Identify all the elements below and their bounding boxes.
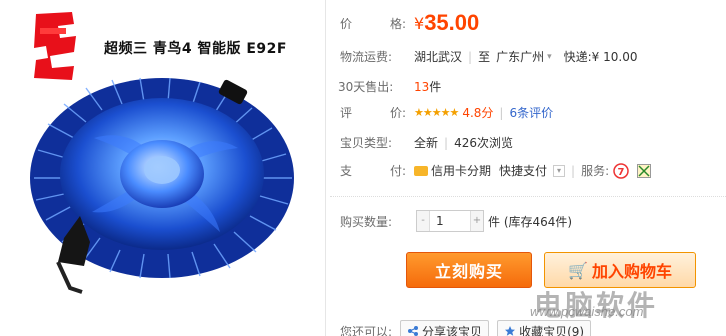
share-row: 您还可以: 分享该宝贝 收藏宝贝(9)	[340, 320, 592, 336]
share-button[interactable]: 分享该宝贝	[400, 320, 490, 336]
reviews-link[interactable]: 6条评价	[509, 104, 553, 121]
cpu-cooler-image	[30, 77, 294, 294]
share-label: 您还可以:	[340, 324, 393, 336]
svg-text:7: 7	[618, 167, 625, 178]
price-value: 35.00	[424, 10, 480, 35]
credit-installment[interactable]: 信用卡分期	[431, 162, 491, 179]
increment-button[interactable]: +	[471, 211, 483, 231]
product-photo-panel: 超频三 青鸟4 智能版 E92F	[0, 0, 326, 336]
view-count: 426次浏览	[454, 136, 513, 150]
rating-row: 评 价: ★★★★★ 4.8分 | 6条评价	[340, 104, 553, 121]
favorite-button[interactable]: 收藏宝贝(9)	[497, 320, 592, 336]
separator: |	[468, 49, 473, 64]
credit-card-icon	[414, 165, 428, 176]
item-type-label: 宝贝类型:	[340, 136, 393, 150]
separator: |	[499, 105, 504, 120]
buy-now-button[interactable]: 立刻购买	[406, 252, 532, 288]
service-label: 服务:	[581, 164, 610, 178]
shipping-label: 物流运费:	[340, 50, 393, 64]
price-label: 价 格:	[340, 16, 406, 31]
item-condition: 全新	[414, 136, 439, 150]
product-info-panel: 价 格: ¥ 35.00 物流运费: 湖北武汉 | 至 广东广州 ▾ 快递:¥ …	[330, 0, 726, 336]
stock-info: 件 (库存464件)	[488, 214, 573, 229]
watermark-brand: 电脑软件	[534, 289, 659, 322]
ship-from: 湖北武汉	[414, 50, 463, 64]
ship-to-select[interactable]: 广东广州	[496, 48, 544, 65]
star-icon	[505, 326, 516, 336]
sold-count: 13	[414, 79, 430, 94]
price-row: 价 格: ¥ 35.00	[340, 10, 479, 36]
add-to-cart-button[interactable]: 🛒 加入购物车	[544, 252, 696, 288]
ship-to-word: 至	[478, 50, 491, 64]
cart-icon: 🛒	[568, 260, 588, 280]
currency-symbol: ¥	[414, 13, 425, 33]
separator: |	[571, 163, 576, 178]
rating-label: 评 价:	[340, 106, 406, 120]
shipping-row: 物流运费: 湖北武汉 | 至 广东广州 ▾ 快递:¥ 10.00	[340, 48, 637, 65]
quantity-input[interactable]	[429, 211, 471, 231]
quantity-stepper[interactable]: - +	[416, 210, 484, 232]
add-to-cart-label: 加入购物车	[591, 262, 672, 281]
seven-day-return-icon[interactable]: 7	[613, 162, 629, 179]
product-photo-title: 超频三 青鸟4 智能版 E92F	[104, 41, 287, 57]
sold-row: 30天售出: 13 件	[338, 78, 441, 95]
item-type-row: 宝贝类型: 全新 | 426次浏览	[340, 134, 513, 151]
quick-pay[interactable]: 快捷支付	[499, 162, 547, 179]
consumer-guarantee-icon[interactable]	[637, 163, 652, 178]
rating-score: 4.8分	[462, 106, 494, 120]
rating-stars-icon: ★★★★★	[414, 106, 459, 119]
payment-label: 支 付:	[340, 164, 406, 178]
share-icon	[408, 326, 419, 336]
watermark-url: www.pcwaishe.com	[530, 304, 644, 319]
sold-unit: 件	[429, 80, 442, 94]
express-fee: 快递:¥ 10.00	[563, 50, 638, 64]
separator: |	[444, 135, 449, 150]
sold-label: 30天售出:	[338, 80, 394, 94]
chevron-down-icon[interactable]: ▾	[547, 52, 552, 62]
payment-row: 支 付: 信用卡分期 快捷支付 ▾ | 服务: 7	[340, 162, 652, 179]
decrement-button[interactable]: -	[417, 211, 429, 231]
quantity-row: 购买数量: - + 件 (库存464件)	[340, 210, 572, 232]
quantity-label: 购买数量:	[340, 214, 393, 229]
section-divider	[330, 196, 726, 197]
dropdown-toggle-icon[interactable]: ▾	[553, 164, 566, 177]
